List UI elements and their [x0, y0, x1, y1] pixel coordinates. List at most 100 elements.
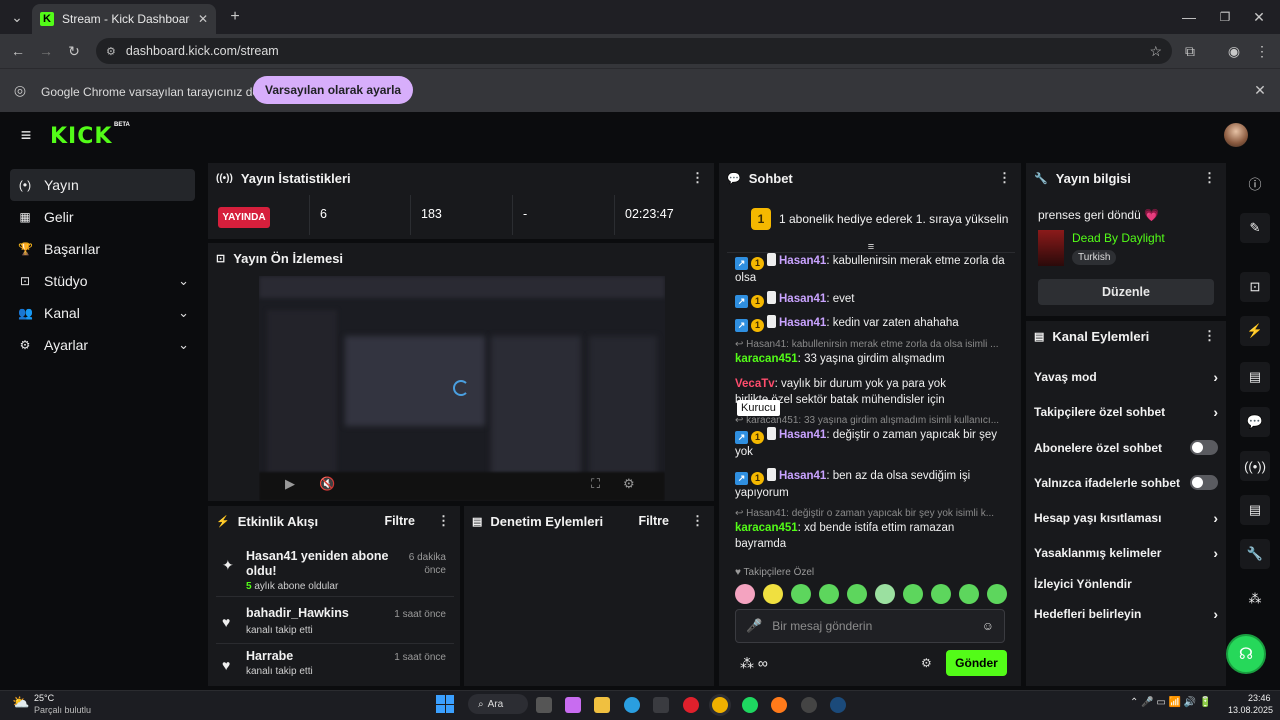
steam-icon[interactable]: [830, 697, 846, 713]
chat-message[interactable]: ↗ 1 Hasan41: kedin var zaten ahahaha: [735, 315, 1007, 332]
sidebar-item-kanal[interactable]: 👥 Kanal ⌄: [10, 297, 195, 329]
set-default-button[interactable]: Varsayılan olarak ayarla: [253, 76, 414, 104]
preview-toggle-icon[interactable]: ⊡: [1240, 272, 1270, 302]
chat-message[interactable]: karacan451: xd bende istifa ettim ramaza…: [735, 520, 1007, 552]
play-icon[interactable]: ▶: [285, 476, 295, 492]
user-avatar[interactable]: [1224, 123, 1248, 147]
weather-icon[interactable]: ⛅: [12, 694, 29, 711]
tab-search-icon[interactable]: ⌄: [8, 8, 26, 26]
chrome-taskbar-icon[interactable]: [712, 697, 728, 713]
gift-badge-icon[interactable]: [767, 253, 776, 266]
taskbar-search[interactable]: ⌕ Ara: [468, 694, 528, 714]
opera-icon[interactable]: [683, 697, 699, 713]
chat-message[interactable]: ↗ 1 Hasan41: ben az da olsa sevdiğim işi y…: [735, 468, 1007, 501]
profile-icon[interactable]: ◉: [1224, 41, 1244, 61]
verified-badge-icon[interactable]: ↗: [735, 431, 748, 444]
omnibox[interactable]: ⚙ dashboard.kick.com/stream ☆: [96, 38, 1172, 64]
emote[interactable]: [847, 584, 867, 604]
settings-gear-icon[interactable]: ⚙: [623, 476, 635, 492]
action-set-goals[interactable]: Hedefleri belirleyin ›: [1034, 606, 1218, 622]
emote[interactable]: [819, 584, 839, 604]
stats-menu-icon[interactable]: ⋮: [691, 170, 704, 186]
emote[interactable]: [903, 584, 923, 604]
chat-username[interactable]: Hasan41: [779, 470, 826, 482]
emote[interactable]: [875, 584, 895, 604]
gift-badge-icon[interactable]: [767, 315, 776, 328]
sidebar-item-yayin[interactable]: (•) Yayın: [10, 169, 195, 201]
sub-badge-icon[interactable]: 1: [751, 319, 764, 332]
chat-message[interactable]: ↗ 1 Hasan41: evet: [735, 291, 1007, 308]
reload-icon[interactable]: ↻: [64, 41, 84, 61]
microphone-icon[interactable]: 🎤: [746, 618, 762, 634]
game-name[interactable]: Dead By Daylight: [1072, 231, 1165, 245]
lightning-toggle-icon[interactable]: ⚡: [1240, 316, 1270, 346]
chat-menu-icon[interactable]: ⋮: [998, 170, 1011, 186]
chat-username[interactable]: Hasan41: [779, 429, 826, 441]
bookmark-star-icon[interactable]: ☆: [1149, 43, 1162, 60]
activity-menu-icon[interactable]: ⋮: [437, 513, 450, 529]
emote[interactable]: [931, 584, 951, 604]
infobar-close-icon[interactable]: ✕: [1252, 82, 1268, 98]
actions-toggle-icon[interactable]: ▤: [1240, 495, 1270, 525]
chat-username[interactable]: Hasan41: [779, 255, 826, 267]
action-slow-mode[interactable]: Yavaş mod ›: [1034, 369, 1218, 385]
gift-badge-icon[interactable]: [767, 291, 776, 304]
dots-cluster-icon[interactable]: ⁂: [1240, 584, 1270, 614]
gift-badge-icon[interactable]: [767, 427, 776, 440]
action-banned-words[interactable]: Yasaklanmış kelimeler ›: [1034, 545, 1218, 561]
chat-username[interactable]: karacan451: [735, 353, 798, 365]
new-tab-icon[interactable]: +: [226, 8, 244, 26]
verified-badge-icon[interactable]: ↗: [735, 319, 748, 332]
tray-icons[interactable]: ⌃ 🎤 ▭ 📶 🔊 🔋: [1130, 697, 1212, 708]
emote[interactable]: [735, 584, 755, 604]
chat-toggle-icon[interactable]: 💬: [1240, 407, 1270, 437]
chat-username[interactable]: VecaTv: [735, 378, 775, 390]
firefox-icon[interactable]: [771, 697, 787, 713]
emote[interactable]: [791, 584, 811, 604]
chat-input[interactable]: 🎤 Bir mesaj gönderin ☺: [735, 609, 1005, 643]
edge-icon[interactable]: [624, 697, 640, 713]
hamburger-menu-icon[interactable]: ≡: [16, 125, 36, 145]
chat-message[interactable]: karacan451: 33 yaşına girdim alışmadım: [735, 351, 1007, 367]
extensions-icon[interactable]: ⧉: [1180, 41, 1200, 61]
emote[interactable]: [763, 584, 783, 604]
chat-message[interactable]: VecaTv: vaylık bir durum yok ya para yok: [735, 376, 1007, 392]
emoji-icon[interactable]: ☺: [982, 619, 994, 633]
preview-video[interactable]: ▶ 🔇 ⛶ ⚙: [259, 276, 665, 501]
moderation-menu-icon[interactable]: ⋮: [691, 513, 704, 529]
document-toggle-icon[interactable]: ▤: [1240, 362, 1270, 392]
taskview-icon[interactable]: [536, 697, 552, 713]
forward-icon[interactable]: →: [36, 41, 56, 61]
copilot-icon[interactable]: [565, 697, 581, 713]
tab-close-icon[interactable]: ✕: [198, 12, 208, 26]
restore-icon[interactable]: ❐: [1216, 8, 1234, 26]
window-close-icon[interactable]: ✕: [1250, 8, 1268, 26]
chat-message[interactable]: ↗ 1 Hasan41: değiştir o zaman yapıcak bir …: [735, 427, 1007, 460]
store-icon[interactable]: [653, 697, 669, 713]
support-headset-icon[interactable]: ☊: [1226, 634, 1266, 674]
fullscreen-icon[interactable]: ⛶: [591, 476, 600, 492]
kicks-icon[interactable]: ⁂ ∞: [740, 655, 768, 672]
sidebar-item-ayarlar[interactable]: ⚙ Ayarlar ⌄: [10, 329, 195, 361]
pencil-icon[interactable]: ✎: [1240, 213, 1270, 243]
back-icon[interactable]: ←: [8, 41, 28, 61]
sub-badge-icon[interactable]: 1: [751, 431, 764, 444]
sidebar-item-studyo[interactable]: ⊡ Stüdyo ⌄: [10, 265, 195, 297]
action-raid[interactable]: İzleyici Yönlendir: [1034, 577, 1218, 591]
menu-dots-icon[interactable]: ⋮: [1254, 41, 1270, 61]
spotify-icon[interactable]: [742, 697, 758, 713]
verified-badge-icon[interactable]: ↗: [735, 257, 748, 270]
sub-badge-icon[interactable]: 1: [751, 472, 764, 485]
gift-badge-icon[interactable]: [767, 468, 776, 481]
obs-icon[interactable]: [801, 697, 817, 713]
sub-badge-icon[interactable]: 1: [751, 257, 764, 270]
sub-badge-icon[interactable]: 1: [751, 295, 764, 308]
chat-username[interactable]: karacan451: [735, 522, 798, 534]
subscribers-only-toggle[interactable]: [1190, 440, 1218, 455]
chat-username[interactable]: Hasan41: [779, 317, 826, 329]
mute-icon[interactable]: 🔇: [319, 476, 335, 492]
sidebar-item-gelir[interactable]: ▦ Gelir: [10, 201, 195, 233]
chat-scroll-handle-icon[interactable]: ≡: [727, 241, 1015, 253]
info-menu-icon[interactable]: ⋮: [1203, 170, 1216, 186]
site-info-icon[interactable]: ⚙: [106, 45, 116, 58]
